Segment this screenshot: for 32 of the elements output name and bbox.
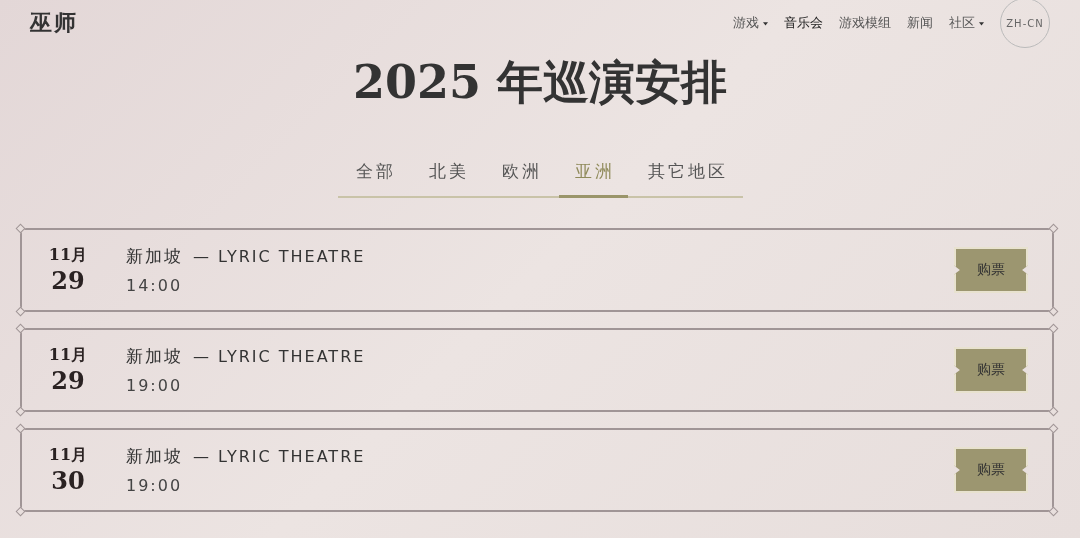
nav-link[interactable]: 社区 — [949, 14, 984, 32]
page-title: 2025 年巡演安排 — [351, 54, 728, 111]
nav-link[interactable]: 新闻 — [907, 14, 933, 32]
nav-link[interactable]: 游戏 — [733, 14, 768, 32]
caret-icon — [979, 20, 984, 26]
event-time: 14:00 — [126, 276, 184, 295]
event-time: 19:00 — [126, 476, 184, 495]
event-day: 30 — [51, 466, 85, 495]
region-tab[interactable]: 北美 — [412, 156, 482, 198]
region-tab[interactable]: 欧洲 — [485, 156, 555, 198]
event-day: 29 — [51, 266, 85, 295]
event-city: 新加坡 — [126, 245, 183, 268]
buy-ticket-button[interactable]: 购票 — [954, 447, 1028, 493]
language-button[interactable]: ZH-CN — [1000, 0, 1050, 48]
event-day: 29 — [51, 366, 85, 395]
event-venue: — LYRIC THEATRE — [193, 247, 366, 266]
logo[interactable]: 巫师 — [30, 8, 78, 38]
region-tab[interactable]: 全部 — [339, 156, 409, 198]
nav-link[interactable]: 游戏模组 — [839, 14, 891, 32]
event-venue: — LYRIC THEATRE — [193, 347, 366, 366]
event-month: 11月 — [48, 245, 88, 266]
event-month: 11月 — [48, 445, 88, 466]
event-venue: — LYRIC THEATRE — [193, 447, 366, 466]
caret-icon — [763, 20, 768, 26]
nav-link[interactable]: 音乐会 — [784, 14, 823, 32]
event-month: 11月 — [48, 345, 88, 366]
event-city: 新加坡 — [126, 445, 183, 468]
event-time: 19:00 — [126, 376, 184, 395]
buy-ticket-button[interactable]: 购票 — [954, 347, 1028, 393]
buy-ticket-button[interactable]: 购票 — [954, 247, 1028, 293]
event-city: 新加坡 — [126, 345, 183, 368]
region-tab[interactable]: 其它地区 — [631, 156, 741, 198]
